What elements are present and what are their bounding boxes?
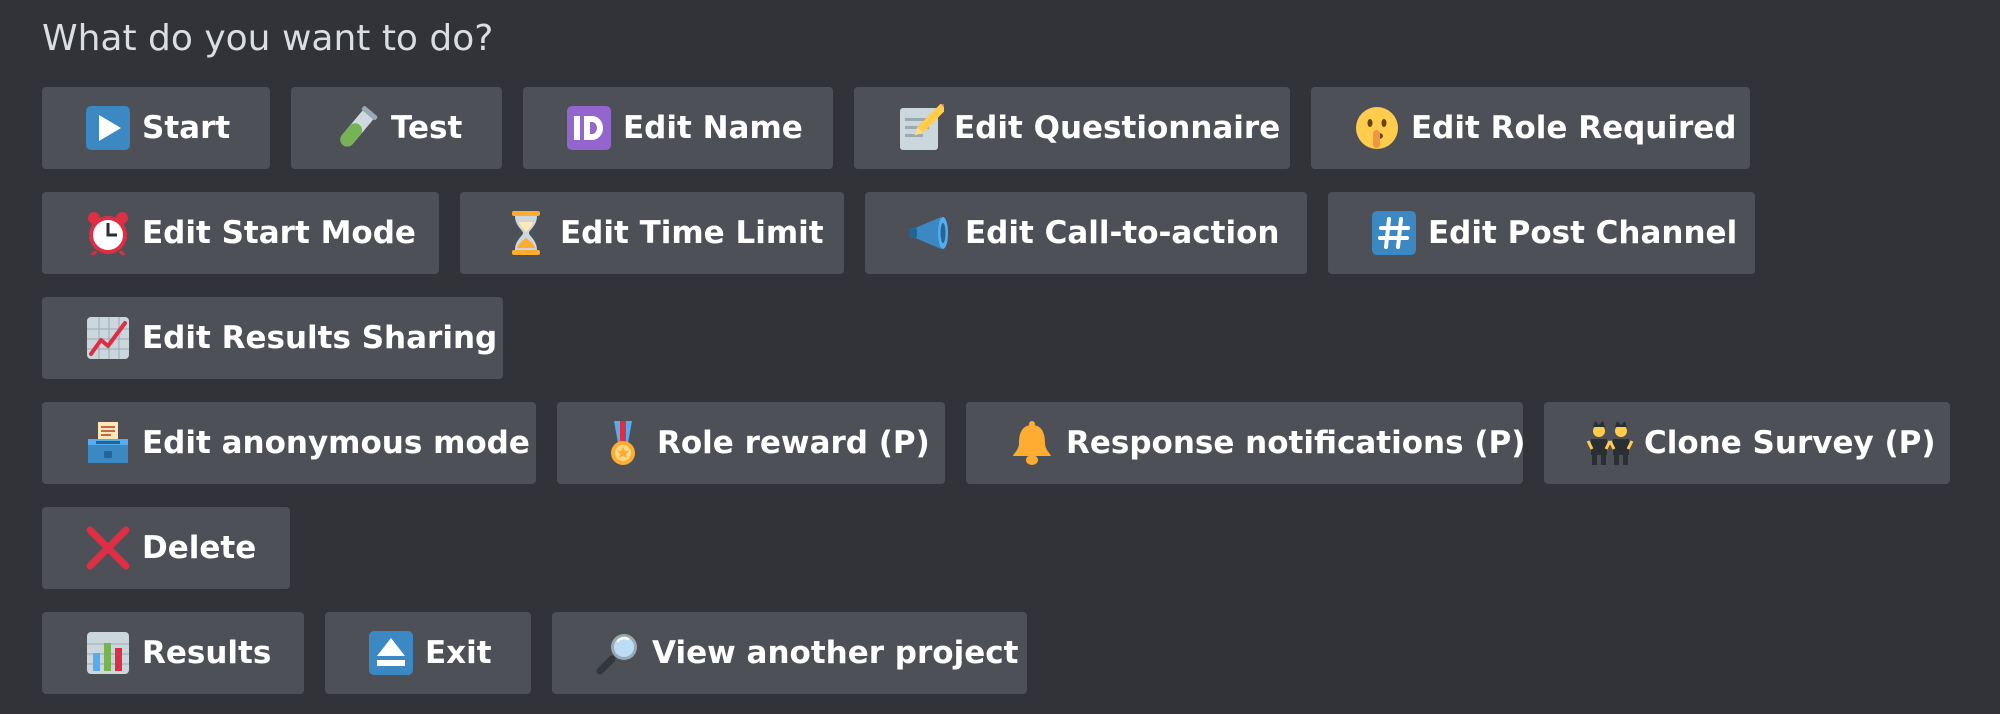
edit-questionnaire-button[interactable]: Edit Questionnaire xyxy=(854,87,1290,169)
hash-icon xyxy=(1370,209,1418,257)
edit-anonymous-mode-label: Edit anonymous mode xyxy=(142,425,530,461)
edit-anonymous-mode-button[interactable]: Edit anonymous mode xyxy=(42,402,536,484)
medal-icon xyxy=(599,419,647,467)
response-notifications-label: Response notifications (P) xyxy=(1066,425,1526,461)
alarm-clock-icon xyxy=(84,209,132,257)
prompt-text: What do you want to do? xyxy=(42,18,494,59)
cross-mark-icon xyxy=(84,524,132,572)
view-another-project-button[interactable]: View another project xyxy=(552,612,1027,694)
start-button[interactable]: Start xyxy=(42,87,270,169)
shushing-face-icon xyxy=(1353,104,1401,152)
results-label: Results xyxy=(142,635,272,671)
edit-questionnaire-label: Edit Questionnaire xyxy=(954,110,1281,146)
id-icon xyxy=(565,104,613,152)
edit-time-limit-button[interactable]: Edit Time Limit xyxy=(460,192,844,274)
button-row-4: Edit anonymous mode Role reward (P) Resp… xyxy=(42,402,1950,484)
role-reward-button[interactable]: Role reward (P) xyxy=(557,402,945,484)
bar-chart-icon xyxy=(84,629,132,677)
eject-icon xyxy=(367,629,415,677)
edit-results-sharing-label: Edit Results Sharing xyxy=(142,320,498,356)
chart-increasing-icon xyxy=(84,314,132,362)
button-row-1: Start Test Edit Name Edit Questionnaire … xyxy=(42,87,1750,169)
edit-call-to-action-label: Edit Call-to-action xyxy=(965,215,1280,251)
edit-time-limit-label: Edit Time Limit xyxy=(560,215,824,251)
edit-post-channel-label: Edit Post Channel xyxy=(1428,215,1738,251)
button-row-3: Edit Results Sharing xyxy=(42,297,503,379)
edit-role-required-button[interactable]: Edit Role Required xyxy=(1311,87,1750,169)
bell-icon xyxy=(1008,419,1056,467)
exit-button[interactable]: Exit xyxy=(325,612,531,694)
hourglass-icon xyxy=(502,209,550,257)
edit-start-mode-button[interactable]: Edit Start Mode xyxy=(42,192,439,274)
ballot-box-icon xyxy=(84,419,132,467)
delete-label: Delete xyxy=(142,530,257,566)
memo-icon xyxy=(896,104,944,152)
play-button-icon xyxy=(84,104,132,152)
megaphone-icon xyxy=(907,209,955,257)
edit-call-to-action-button[interactable]: Edit Call-to-action xyxy=(865,192,1307,274)
button-row-6: Results Exit View another project xyxy=(42,612,1027,694)
test-button[interactable]: Test xyxy=(291,87,502,169)
twins-icon xyxy=(1586,419,1634,467)
start-label: Start xyxy=(142,110,231,146)
test-label: Test xyxy=(391,110,463,146)
clone-survey-label: Clone Survey (P) xyxy=(1644,425,1936,461)
edit-name-button[interactable]: Edit Name xyxy=(523,87,833,169)
edit-results-sharing-button[interactable]: Edit Results Sharing xyxy=(42,297,503,379)
results-button[interactable]: Results xyxy=(42,612,304,694)
magnifying-glass-icon xyxy=(594,629,642,677)
exit-label: Exit xyxy=(425,635,492,671)
delete-button[interactable]: Delete xyxy=(42,507,290,589)
edit-post-channel-button[interactable]: Edit Post Channel xyxy=(1328,192,1755,274)
test-tube-icon xyxy=(333,104,381,152)
response-notifications-button[interactable]: Response notifications (P) xyxy=(966,402,1526,484)
role-reward-label: Role reward (P) xyxy=(657,425,930,461)
edit-role-required-label: Edit Role Required xyxy=(1411,110,1737,146)
clone-survey-button[interactable]: Clone Survey (P) xyxy=(1544,402,1950,484)
button-row-2: Edit Start Mode Edit Time Limit Edit Cal… xyxy=(42,192,1755,274)
edit-start-mode-label: Edit Start Mode xyxy=(142,215,416,251)
view-another-project-label: View another project xyxy=(652,635,1019,671)
edit-name-label: Edit Name xyxy=(623,110,803,146)
button-row-5: Delete xyxy=(42,507,290,589)
